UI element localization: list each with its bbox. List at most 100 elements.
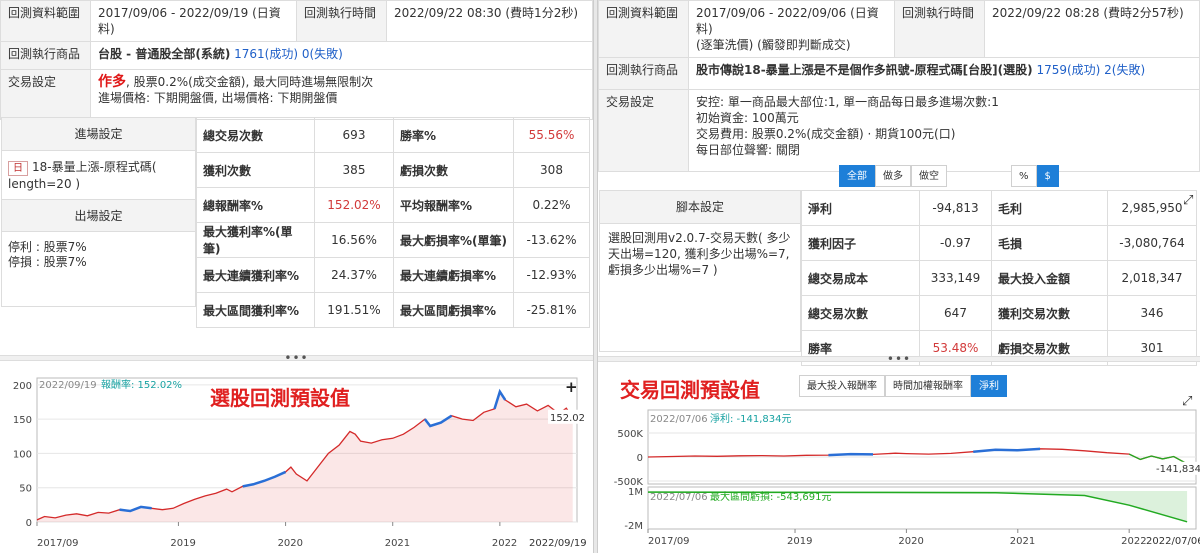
stat-value: 385	[314, 152, 394, 188]
chart-metric-tabs: 最大投入報酬率 時間加權報酬率 淨利	[799, 375, 1007, 397]
trade-line3: 交易費用: 股票0.2%(成交金額) · 期貨100元(口)	[696, 127, 956, 141]
trade-value: 安控: 單一商品最大部位:1, 單一商品每日最多進場次數:1 初始資金: 100…	[688, 89, 1200, 172]
stats-row: 總交易成本 333,149 最大投入金額 2,018,347	[801, 260, 1197, 296]
script-header: 腳本設定	[600, 191, 800, 224]
trade-line4: 每日部位聲響: 關閉	[696, 143, 800, 157]
trade-backtest-pane: 回測資料範圍 2017/09/06 - 2022/09/06 (日資料) (逐筆…	[597, 0, 1200, 553]
stat-value: -0.97	[919, 225, 992, 261]
y-tick-label: 50	[19, 484, 32, 495]
direction-filter: 全部 做多 做空	[839, 165, 947, 187]
script-text: 選股回測用v2.0.7-交易天數( 多少天出場=120, 獲利多少出場%=7, …	[608, 231, 791, 277]
stat-value: 55.56%	[513, 117, 590, 153]
legend-value: 報酬率: 152.02%	[101, 378, 182, 391]
right-horizontal-splitter[interactable]: •••	[598, 352, 1200, 366]
trade-value: 作多, 股票0.2%(成交金額), 最大同時進場無限制次 進場價格: 下期開盤價…	[90, 69, 593, 120]
tab-time-weighted-return[interactable]: 時間加權報酬率	[885, 375, 971, 397]
stop-profit-text: 停利 : 股票7%	[8, 240, 87, 254]
zoom-plus-icon: +	[565, 378, 578, 396]
time-value: 2022/09/22 08:28 (費時2分57秒)	[984, 0, 1200, 58]
stat-value: 693	[314, 117, 394, 153]
stats-row: 最大獲利率%(單筆) 16.56% 最大虧損率%(單筆) -13.62%	[196, 222, 590, 258]
stat-name: 總交易次數	[196, 117, 315, 153]
stat-value: 152.02%	[314, 187, 394, 223]
y-tick-label: 500K	[617, 429, 643, 440]
time-label: 回測執行時間	[296, 0, 387, 42]
range-value: 2017/09/06 - 2022/09/19 (日資料)	[90, 0, 297, 42]
entry-settings-box: 進場設定 日 18-暴量上漲-原程式碼( length=20 ) 出場設定 停利 …	[1, 117, 196, 307]
y2-tick-label: 1M	[628, 487, 643, 498]
range-value-line1: 2017/09/06 - 2022/09/06 (日資料)	[696, 6, 879, 36]
trade-label: 交易設定	[598, 89, 689, 172]
backtest-info-table: 回測資料範圍 2017/09/06 - 2022/09/19 (日資料) 回測執…	[0, 0, 593, 120]
x-tick-label: 2019	[787, 536, 812, 547]
x-tick-label: 2017/09	[648, 536, 690, 547]
highlight-segment	[828, 452, 874, 457]
legend-date: 2022/07/06	[650, 414, 708, 425]
stat-value: 346	[1107, 295, 1197, 331]
x-tick-label: 2020	[898, 536, 923, 547]
stat-name: 虧損次數	[393, 152, 514, 188]
x-tick-label: 2019	[170, 538, 195, 549]
unit-percent-button[interactable]: %	[1011, 165, 1037, 187]
last-value-label: 152.02	[550, 413, 585, 424]
left-horizontal-splitter[interactable]: •••	[0, 351, 593, 365]
expand-icon[interactable]: ⤢	[1182, 394, 1192, 409]
stat-value: -13.62%	[513, 222, 590, 258]
product-prefix: 台股 - 普通股全部(系統)	[98, 47, 231, 61]
stock-backtest-pane: 回測資料範圍 2017/09/06 - 2022/09/19 (日資料) 回測執…	[0, 0, 594, 553]
product-result-link[interactable]: 1761(成功) 0(失敗)	[234, 47, 343, 61]
product-label: 回測執行商品	[0, 41, 91, 70]
exit-condition: 停利 : 股票7% 停損 : 股票7%	[2, 232, 195, 278]
y-tick-label: 0	[637, 453, 643, 464]
stat-name: 毛損	[991, 225, 1108, 261]
stats-row: 獲利次數 385 虧損次數 308	[196, 152, 590, 188]
filter-long-button[interactable]: 做多	[875, 165, 911, 187]
stat-name: 平均報酬率%	[393, 187, 514, 223]
stat-name: 最大連續獲利率%	[196, 257, 315, 293]
chart-title: 選股回測預設值	[210, 386, 350, 410]
stat-value: -25.81%	[513, 292, 590, 328]
net-profit-chart: 500K0-500K2022/07/06 淨利: -141,834元-141,83…	[614, 409, 1200, 547]
trade-label: 交易設定	[0, 69, 91, 120]
stats-row: 最大區間獲利率% 191.51% 最大區間虧損率% -25.81%	[196, 292, 590, 328]
stats-row: 獲利因子 -0.97 毛損 -3,080,764	[801, 225, 1197, 261]
filter-short-button[interactable]: 做空	[911, 165, 947, 187]
stat-value: 24.37%	[314, 257, 394, 293]
x-tick-label: 2022	[492, 538, 517, 549]
tab-max-invest-return[interactable]: 最大投入報酬率	[799, 375, 885, 397]
stat-value: -3,080,764	[1107, 225, 1197, 261]
product-label: 回測執行商品	[598, 57, 689, 90]
stat-name: 總交易次數	[801, 295, 920, 331]
unit-dollar-button[interactable]: $	[1036, 165, 1059, 187]
day-tag: 日	[8, 161, 28, 176]
stat-name: 淨利	[801, 190, 920, 226]
stat-name: 最大連續虧損率%	[393, 257, 514, 293]
expand-icon[interactable]: ⤢	[1183, 193, 1193, 208]
right-stats-table: 淨利 -94,813 毛利 2,985,950 獲利因子 -0.97 毛損 -3,080,76…	[801, 190, 1197, 366]
product-result-link[interactable]: 1759(成功) 2(失敗)	[1036, 63, 1145, 77]
x-tick-label: 2017/09	[37, 538, 79, 549]
stat-value: 333,149	[919, 260, 992, 296]
product-prefix: 股市傳說18-暴量上漲是不是個作多訊號-原程式碼[台股](選股)	[696, 63, 1033, 77]
y2-tick-label: -2M	[624, 521, 643, 532]
legend-value: 淨利: -141,834元	[710, 413, 792, 425]
y-tick-label: 150	[13, 415, 32, 426]
stat-name: 總交易成本	[801, 260, 920, 296]
x-tick-label: 2021	[1010, 536, 1035, 547]
stat-name: 最大區間獲利率%	[196, 292, 315, 328]
exit-header: 出場設定	[2, 199, 195, 232]
stop-loss-text: 停損 : 股票7%	[8, 255, 87, 269]
dd-legend-date: 2022/07/06	[650, 492, 708, 503]
splitter-dots-icon: •••	[886, 352, 912, 366]
entry-text: 18-暴量上漲-原程式碼( length=20 )	[8, 160, 157, 191]
stat-value: -94,813	[919, 190, 992, 226]
trade-direction: 作多	[98, 74, 126, 90]
stats-row: 淨利 -94,813 毛利 2,985,950	[801, 190, 1197, 226]
stats-row: 總交易次數 647 獲利交易次數 346	[801, 295, 1197, 331]
x-tick-label: 2020	[278, 538, 303, 549]
stat-name: 總報酬率%	[196, 187, 315, 223]
stat-value: 2,018,347	[1107, 260, 1197, 296]
trade-info-table: 回測資料範圍 2017/09/06 - 2022/09/06 (日資料) (逐筆…	[598, 0, 1200, 172]
tab-net-profit[interactable]: 淨利	[971, 375, 1007, 397]
filter-all-button[interactable]: 全部	[839, 165, 875, 187]
